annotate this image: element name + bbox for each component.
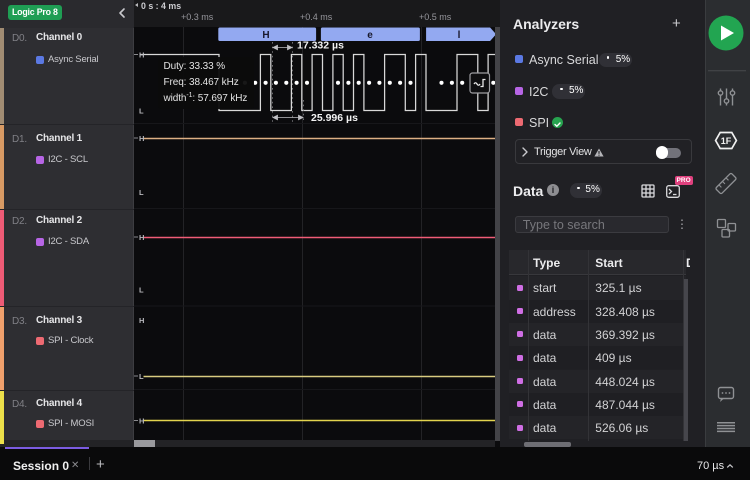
svg-text:e: e	[367, 30, 373, 41]
svg-text:H: H	[139, 417, 144, 426]
svg-text:H: H	[139, 233, 144, 242]
svg-text:L: L	[139, 107, 144, 116]
svg-text:1F: 1F	[721, 136, 732, 146]
svg-text:l: l	[458, 30, 461, 41]
svg-text:H: H	[262, 30, 269, 41]
svg-text:H: H	[139, 51, 144, 60]
svg-text:H: H	[139, 134, 144, 143]
svg-text:17.332 µs: 17.332 µs	[297, 40, 344, 52]
svg-text:L: L	[139, 286, 144, 295]
svg-text:H: H	[139, 316, 144, 325]
svg-text:L: L	[139, 188, 144, 197]
svg-text:25.996 µs: 25.996 µs	[311, 112, 358, 124]
svg-text:L: L	[139, 372, 144, 381]
